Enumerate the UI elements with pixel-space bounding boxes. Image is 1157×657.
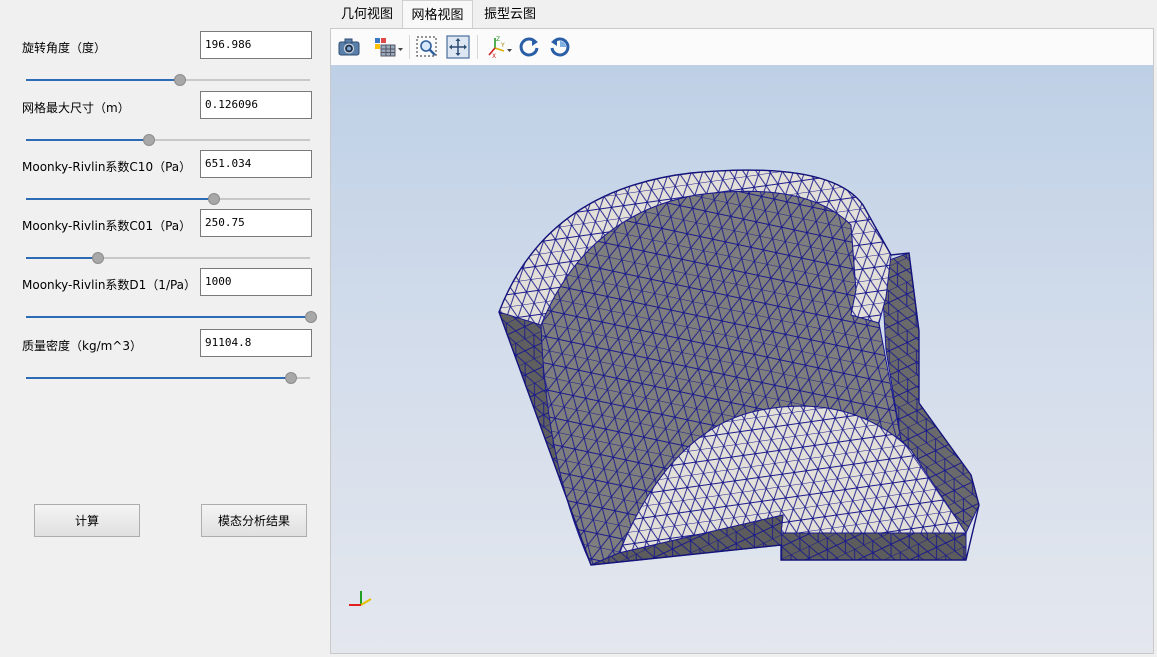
c10-input[interactable]: 651.034 xyxy=(200,150,312,178)
slider-fill xyxy=(26,79,180,81)
param-density: 质量密度（kg/m^3） 91104.8 xyxy=(0,329,330,389)
toolbar-separator xyxy=(409,35,410,59)
zoom-box-icon[interactable] xyxy=(414,34,440,60)
slider-handle[interactable] xyxy=(92,252,104,264)
c01-input[interactable]: 250.75 xyxy=(200,209,312,237)
slider-fill xyxy=(26,139,149,141)
param-c01: Moonky-Rivlin系数C01（Pa） 250.75 xyxy=(0,209,330,269)
tab-mode-shape-view[interactable]: 振型云图 xyxy=(473,0,547,28)
param-label: Moonky-Rivlin系数C01（Pa） xyxy=(22,219,192,233)
mesh-model xyxy=(349,169,980,606)
param-rotation-angle: 旋转角度（度） 196.986 xyxy=(0,31,330,91)
tab-mesh-view[interactable]: 网格视图 xyxy=(402,0,473,28)
slider-handle[interactable] xyxy=(305,311,317,323)
fit-view-icon[interactable] xyxy=(445,34,471,60)
d1-input[interactable]: 1000 xyxy=(200,268,312,296)
param-c10: Moonky-Rivlin系数C10（Pa） 651.034 xyxy=(0,150,330,210)
mesh-size-slider[interactable] xyxy=(26,134,310,146)
toolbar-separator xyxy=(477,35,478,59)
mesh-viewport[interactable] xyxy=(331,65,1153,653)
slider-fill xyxy=(26,316,310,318)
slider-handle[interactable] xyxy=(208,193,221,205)
compute-button[interactable]: 计算 xyxy=(34,504,140,537)
rotation-angle-input[interactable]: 196.986 xyxy=(200,31,312,59)
tab-geometry-view[interactable]: 几何视图 xyxy=(332,0,402,28)
param-label: 质量密度（kg/m^3） xyxy=(22,339,142,353)
svg-text:X: X xyxy=(492,53,496,60)
param-label: 旋转角度（度） xyxy=(22,41,107,55)
camera-icon[interactable] xyxy=(336,34,362,60)
slider-handle[interactable] xyxy=(143,134,156,146)
param-label: 网格最大尺寸（m） xyxy=(22,101,130,115)
density-slider[interactable] xyxy=(26,372,310,384)
rotation-angle-slider[interactable] xyxy=(26,74,310,86)
c01-slider[interactable] xyxy=(26,252,310,264)
param-d1: Moonky-Rivlin系数D1（1/Pa） 1000 xyxy=(0,268,330,328)
param-label: Moonky-Rivlin系数C10（Pa） xyxy=(22,160,192,174)
rotate-ccw-icon[interactable] xyxy=(547,34,573,60)
display-mode-icon[interactable] xyxy=(373,34,405,60)
slider-handle[interactable] xyxy=(285,372,298,384)
param-label: Moonky-Rivlin系数D1（1/Pa） xyxy=(22,278,197,292)
c10-slider[interactable] xyxy=(26,193,310,205)
slider-fill xyxy=(26,257,97,259)
slider-handle[interactable] xyxy=(174,74,187,86)
density-input[interactable]: 91104.8 xyxy=(200,329,312,357)
slider-fill xyxy=(26,198,214,200)
svg-text:Z: Z xyxy=(496,36,500,43)
mesh-size-input[interactable]: 0.126096 xyxy=(200,91,312,119)
parameter-panel: 旋转角度（度） 196.986 网格最大尺寸（m） 0.126096 Moonk… xyxy=(0,0,330,657)
param-mesh-size: 网格最大尺寸（m） 0.126096 xyxy=(0,91,330,151)
slider-fill xyxy=(26,377,291,379)
mesh-view-frame: ZYX xyxy=(330,28,1154,654)
axes-orientation-icon[interactable]: ZYX xyxy=(483,34,513,60)
rotate-cw-icon[interactable] xyxy=(516,34,542,60)
modal-results-button[interactable]: 模态分析结果 xyxy=(201,504,307,537)
view-toolbar: ZYX xyxy=(331,29,1153,65)
d1-slider[interactable] xyxy=(26,311,317,323)
orientation-axes xyxy=(349,591,372,606)
svg-text:Y: Y xyxy=(500,42,505,49)
